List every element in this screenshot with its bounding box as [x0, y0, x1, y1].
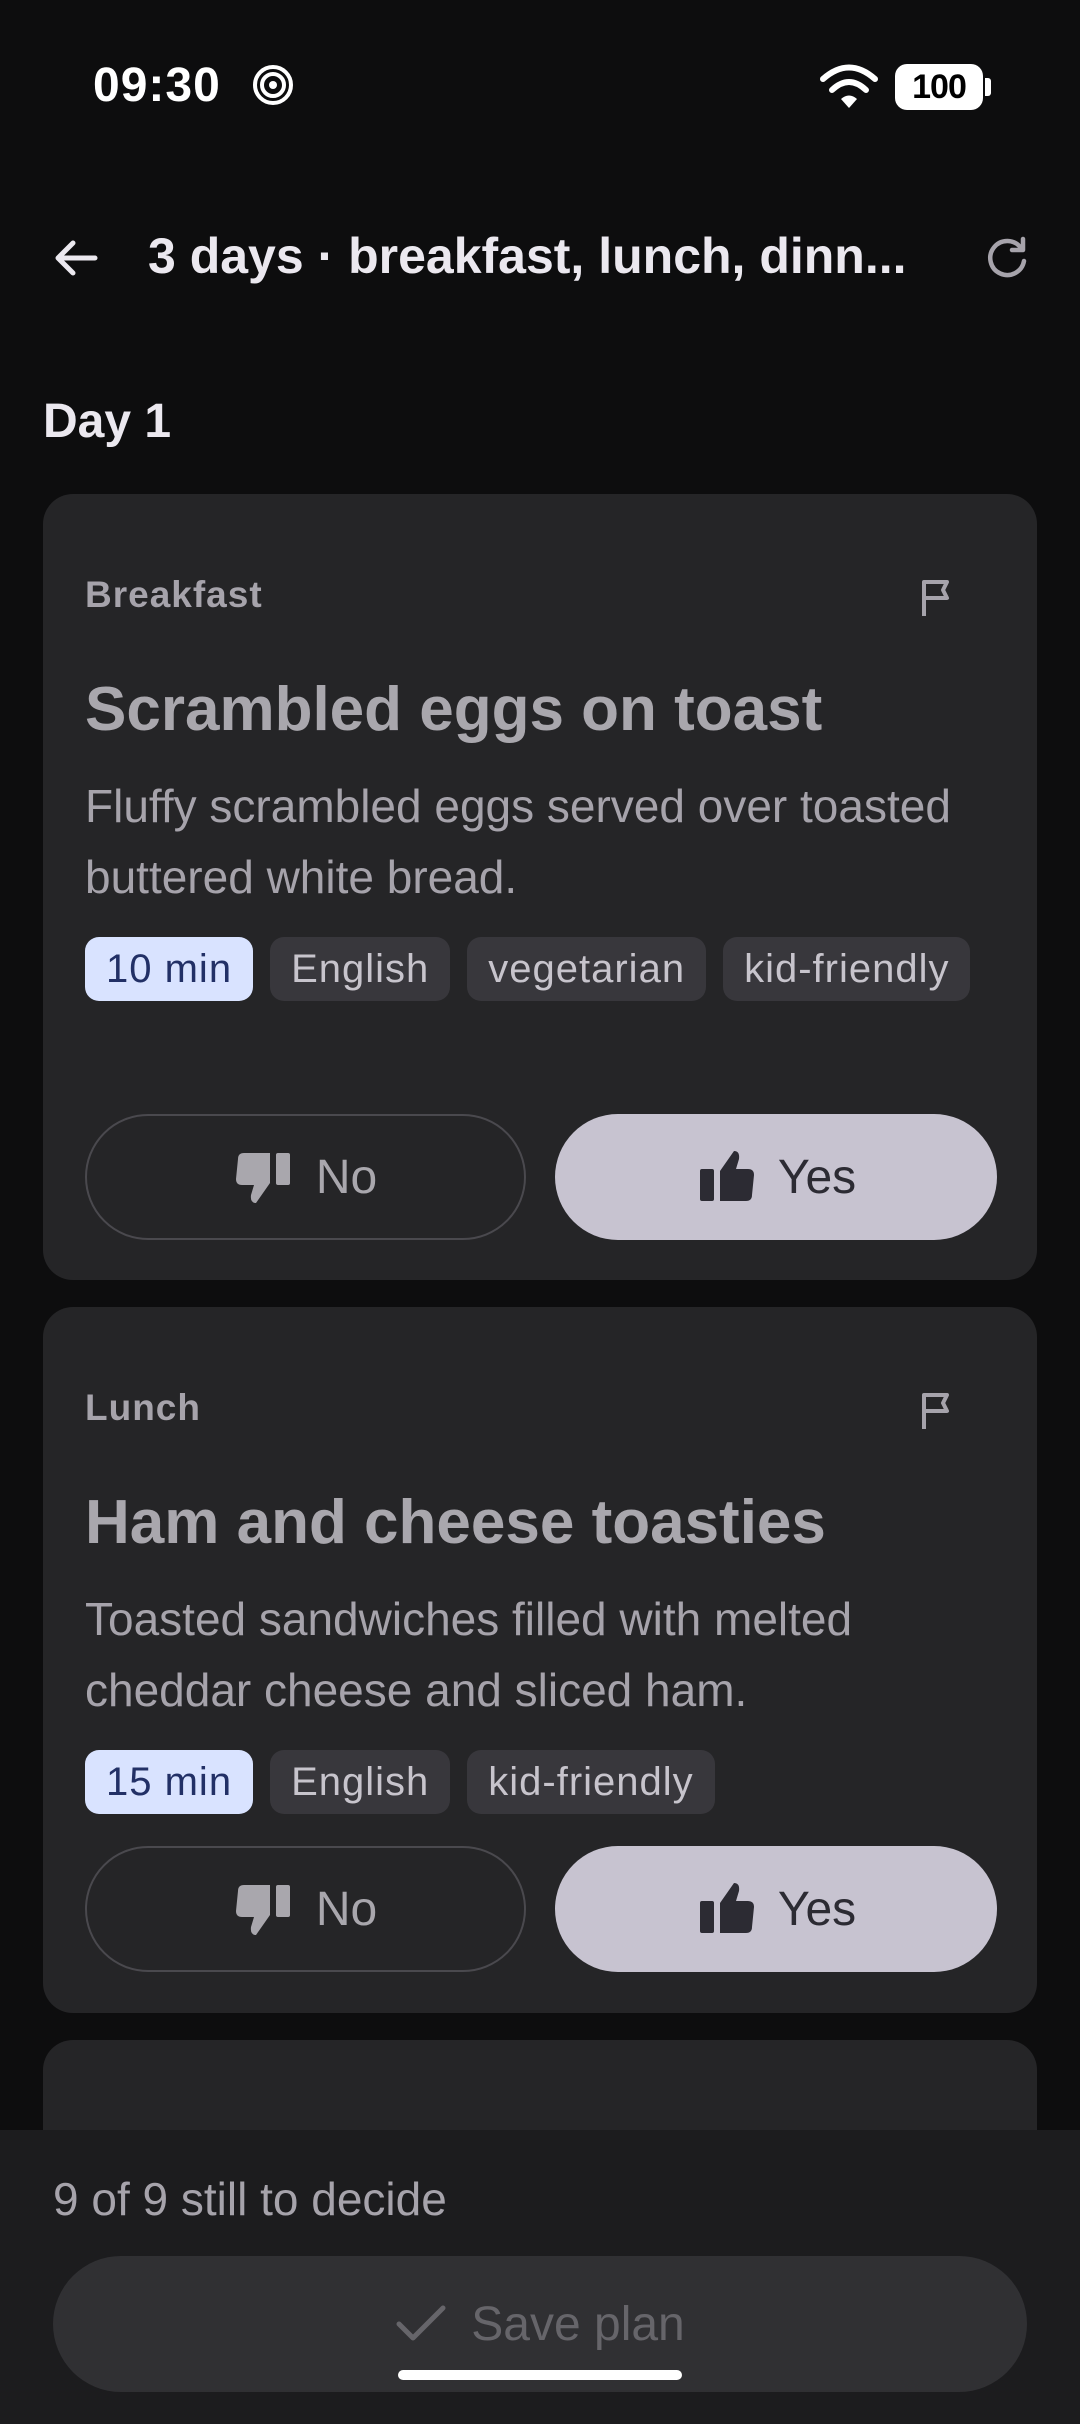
thumbs-down-icon: [235, 1885, 290, 1935]
meal-card-lunch: Lunch Ham and cheese toasties Toasted sa…: [43, 1307, 1037, 2013]
home-indicator[interactable]: [398, 2370, 682, 2380]
tag-chip: kid-friendly: [467, 1750, 715, 1814]
page-title: 3 days · breakfast, lunch, dinn...: [148, 228, 907, 284]
thumbs-up-icon: [699, 1883, 754, 1933]
flag-button[interactable]: [911, 1385, 963, 1437]
yes-label: Yes: [777, 1150, 857, 1204]
status-bar: 09:30 100: [0, 0, 1080, 175]
tag-list: 15 min English kid-friendly: [85, 1750, 985, 1814]
app-bar: 3 days · breakfast, lunch, dinn...: [0, 200, 1080, 316]
wifi-icon: [820, 64, 878, 108]
remaining-count: 9 of 9 still to decide: [53, 2173, 447, 2225]
battery-icon: 100: [895, 64, 991, 110]
tag-chip: English: [270, 937, 451, 1001]
thumbs-up-icon: [699, 1151, 754, 1201]
no-button[interactable]: No: [85, 1846, 526, 1972]
vote-row: No Yes: [85, 1114, 997, 1240]
meal-title: Ham and cheese toasties: [85, 1488, 826, 1557]
refresh-icon: [988, 236, 1027, 278]
no-label: No: [315, 1882, 378, 1936]
battery-level: 100: [912, 67, 967, 106]
tag-chip: kid-friendly: [723, 937, 971, 1001]
vote-row: No Yes: [85, 1846, 997, 1972]
no-label: No: [315, 1150, 378, 1204]
no-button[interactable]: No: [85, 1114, 526, 1240]
time-chip: 10 min: [85, 937, 254, 1001]
status-time: 09:30: [93, 59, 221, 112]
day-heading: Day 1: [43, 395, 172, 448]
flag-icon: [922, 1393, 949, 1429]
meal-type-label: Breakfast: [85, 574, 263, 615]
check-icon: [396, 2305, 446, 2341]
tag-chip: English: [270, 1750, 451, 1814]
meal-description: Toasted sandwiches filled with melted ch…: [85, 1593, 853, 1716]
meal-type-label: Lunch: [85, 1387, 201, 1428]
flag-icon: [922, 580, 949, 616]
meal-description: Fluffy scrambled eggs served over toaste…: [85, 780, 951, 903]
yes-button[interactable]: Yes: [555, 1846, 997, 1972]
regenerate-button[interactable]: [975, 228, 1039, 288]
meal-title: Scrambled eggs on toast: [85, 675, 823, 744]
thumbs-down-icon: [235, 1153, 290, 1203]
arrow-back-icon: [55, 240, 98, 276]
flag-button[interactable]: [911, 572, 963, 624]
tag-list: 10 min English vegetarian kid-friendly: [85, 937, 985, 1001]
spiral-notification-icon: [253, 65, 293, 105]
tag-chip: vegetarian: [467, 937, 707, 1001]
meal-card-breakfast: Breakfast Scrambled eggs on toast Fluffy…: [43, 494, 1037, 1280]
yes-button[interactable]: Yes: [555, 1114, 997, 1240]
save-plan-label: Save plan: [471, 2297, 685, 2351]
yes-label: Yes: [777, 1882, 857, 1936]
time-chip: 15 min: [85, 1750, 254, 1814]
back-button[interactable]: [40, 228, 110, 288]
